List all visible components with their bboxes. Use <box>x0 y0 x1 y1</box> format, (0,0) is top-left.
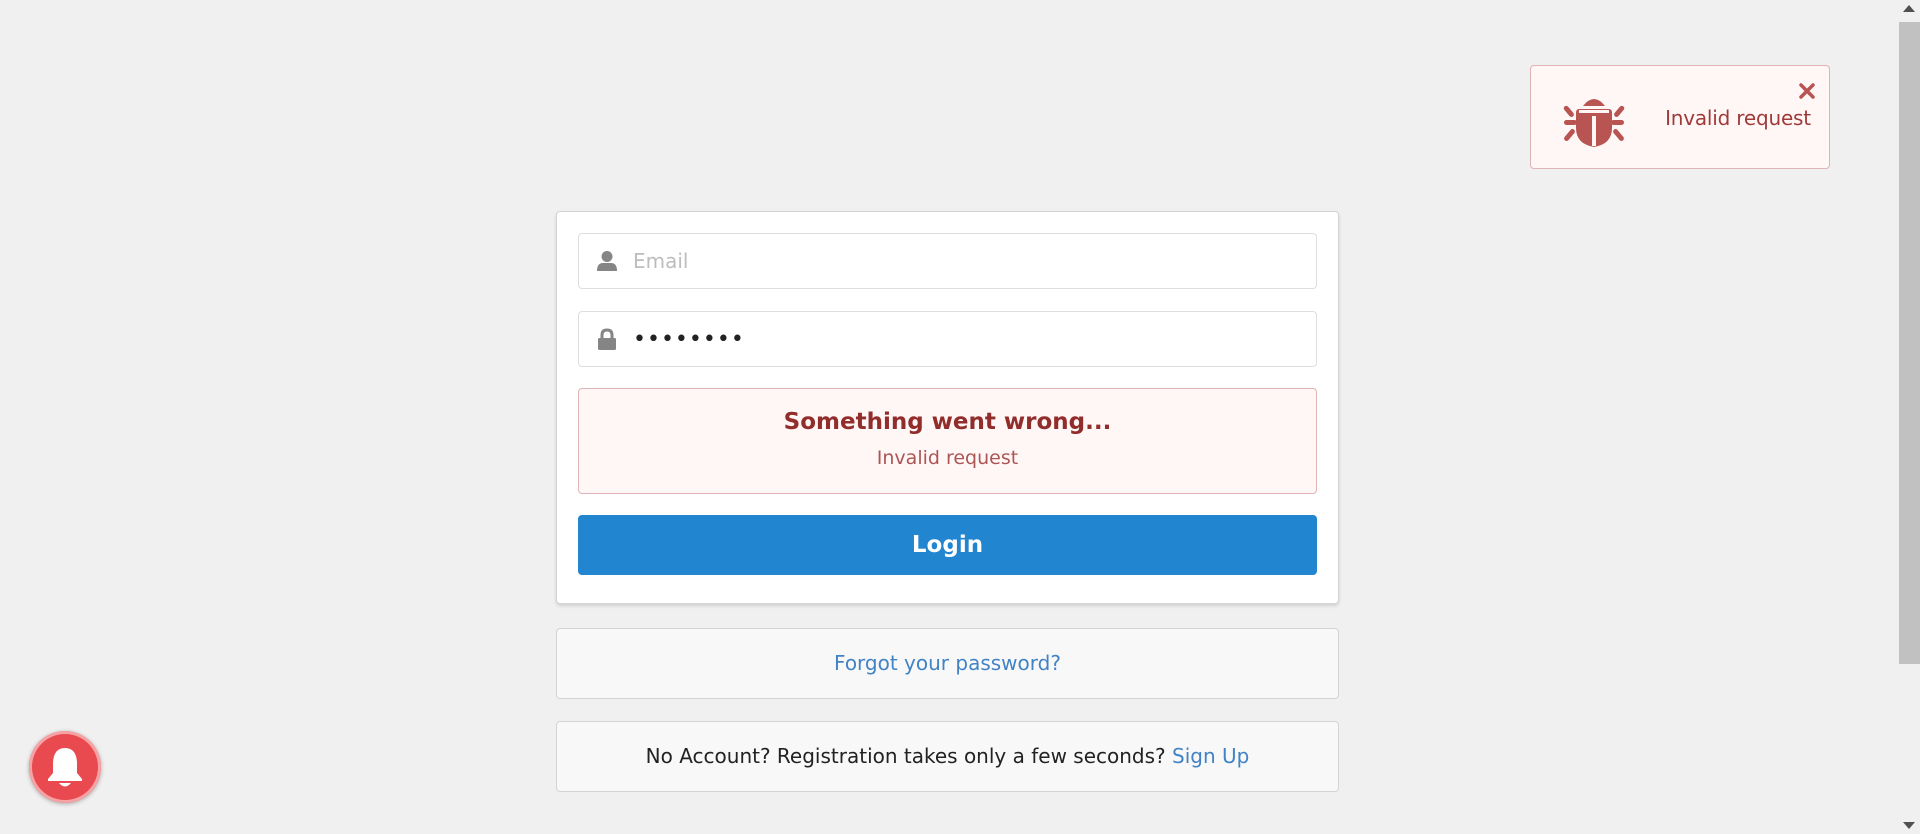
password-field[interactable] <box>578 311 1317 367</box>
scroll-down-icon[interactable] <box>1903 822 1915 829</box>
scrollbar-thumb[interactable] <box>1899 22 1920 664</box>
password-input[interactable] <box>633 312 1293 366</box>
user-icon <box>597 251 617 271</box>
error-text: Invalid request <box>876 447 1019 469</box>
error-message: Something went wrong... Invalid request <box>578 388 1317 494</box>
login-button[interactable]: Login <box>578 515 1317 575</box>
bell-icon <box>48 748 82 787</box>
email-field[interactable] <box>578 233 1317 289</box>
error-toast: Invalid request <box>1530 65 1830 169</box>
forgot-password-panel: Forgot your password? <box>556 628 1339 699</box>
error-header: Something went wrong... <box>783 409 1112 435</box>
email-input[interactable] <box>633 234 1293 288</box>
signup-text: No Account? Registration takes only a fe… <box>645 744 1173 768</box>
login-card: Something went wrong... Invalid request … <box>556 211 1339 604</box>
signup-link[interactable]: Sign Up <box>1172 744 1249 768</box>
notification-bell-button[interactable] <box>29 731 101 803</box>
scroll-up-icon[interactable] <box>1903 5 1915 12</box>
lock-icon <box>598 328 616 350</box>
signup-panel: No Account? Registration takes only a fe… <box>556 721 1339 792</box>
close-icon[interactable] <box>1797 81 1817 101</box>
page-scrollbar[interactable] <box>1897 0 1920 834</box>
login-page: Invalid request Something went wrong... … <box>0 0 1920 834</box>
toast-message: Invalid request <box>1665 106 1811 130</box>
forgot-password-link[interactable]: Forgot your password? <box>834 651 1061 675</box>
bug-icon <box>1563 99 1625 147</box>
